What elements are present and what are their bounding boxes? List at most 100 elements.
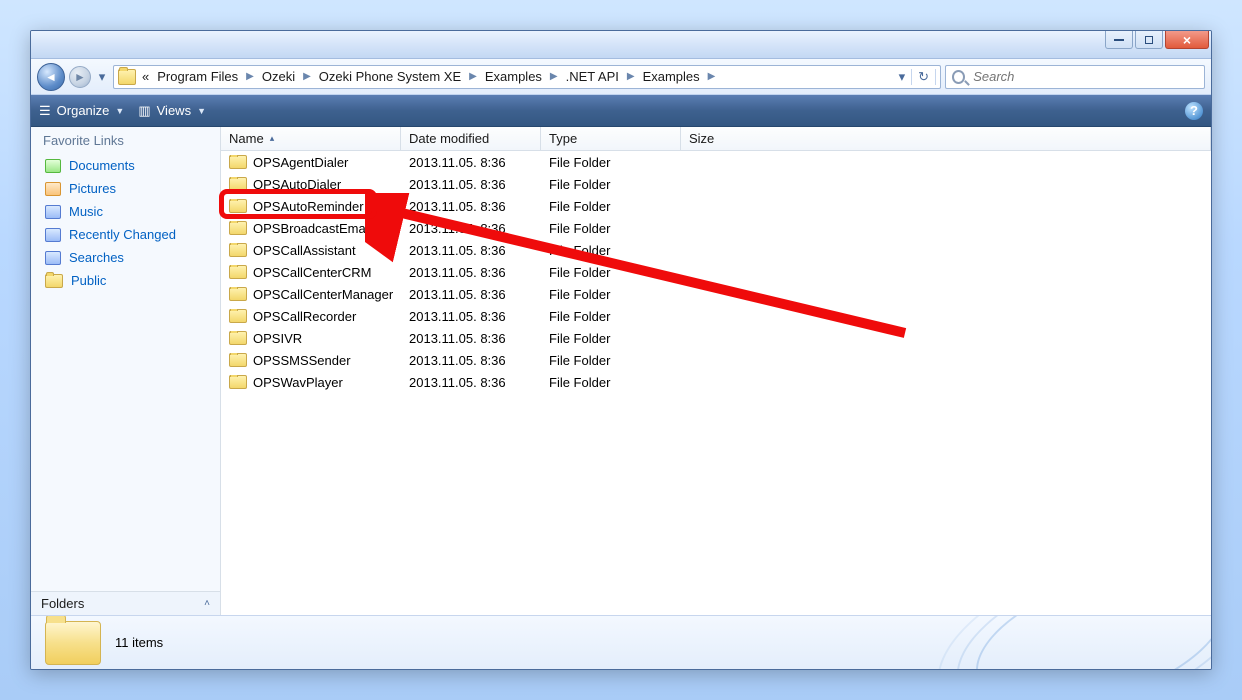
content-area: Favorite Links Documents Pictures Music Rec…	[31, 127, 1211, 615]
sidebar-item[interactable]: Pictures	[31, 177, 220, 200]
table-row[interactable]: OPSIVR 2013.11.05. 8:36File Folder	[221, 327, 1211, 349]
table-row[interactable]: OPSCallAssistant2013.11.05. 8:36File Fol…	[221, 239, 1211, 261]
file-date: 2013.11.05. 8:36	[401, 287, 541, 302]
file-name: OPSSMSSender	[253, 353, 351, 368]
breadcrumb[interactable]: Program Files	[155, 69, 240, 84]
views-icon: ▥	[138, 103, 150, 119]
file-name: OPSCallRecorder	[253, 309, 356, 324]
breadcrumb[interactable]: .NET API	[564, 69, 621, 84]
folder-icon	[229, 177, 247, 191]
file-name: OPSIVR	[253, 331, 302, 346]
folder-icon	[229, 287, 247, 301]
favorites-header: Favorite Links	[31, 127, 220, 154]
minimize-icon	[1114, 39, 1124, 41]
file-name: OPSBroadcastEmail	[253, 221, 372, 236]
toolbar: ☰ Organize ▼ ▥ Views ▼ ?	[31, 95, 1211, 127]
nav-history-dropdown[interactable]: ▾	[95, 69, 109, 85]
table-row[interactable]: OPSAgentDialer 2013.11.05. 8:36File Folde…	[221, 151, 1211, 173]
table-row[interactable]: OPSSMSSender 2013.11.05. 8:36File Folder	[221, 349, 1211, 371]
sidebar-item[interactable]: Searches	[31, 246, 220, 269]
folder-icon	[45, 621, 101, 665]
file-type: File Folder	[541, 221, 681, 236]
chevron-down-icon: ▼	[197, 106, 206, 116]
minimize-button[interactable]	[1105, 31, 1133, 49]
table-row[interactable]: OPSCallRecorder2013.11.05. 8:36File Fold…	[221, 305, 1211, 327]
chevron-right-icon: ▶	[625, 71, 637, 82]
table-row[interactable]: OPSWavPlayer2013.11.05. 8:36File Folder	[221, 371, 1211, 393]
maximize-button[interactable]	[1135, 31, 1163, 49]
file-name: OPSAgentDialer	[253, 155, 348, 170]
views-button[interactable]: ▥ Views ▼	[138, 103, 206, 119]
breadcrumb[interactable]: Examples	[483, 69, 544, 84]
sidebar-item[interactable]: Public	[31, 269, 220, 292]
folder-icon	[229, 265, 247, 279]
help-button[interactable]: ?	[1185, 102, 1203, 120]
help-icon: ?	[1190, 103, 1198, 118]
column-header-name[interactable]: Name▴	[221, 127, 401, 150]
favorite-icon	[45, 251, 61, 265]
folder-icon	[229, 221, 247, 235]
address-dropdown[interactable]: ▾	[893, 69, 912, 85]
folder-icon	[118, 69, 136, 85]
folders-panel-toggle[interactable]: Folders ˄	[31, 591, 220, 615]
search-box[interactable]	[945, 65, 1205, 89]
table-row[interactable]: OPSAutoDialer2013.11.05. 8:36File Folder	[221, 173, 1211, 195]
file-date: 2013.11.05. 8:36	[401, 155, 541, 170]
breadcrumb[interactable]: Ozeki Phone System XE	[317, 69, 463, 84]
breadcrumb[interactable]: Ozeki	[260, 69, 297, 84]
file-date: 2013.11.05. 8:36	[401, 331, 541, 346]
file-date: 2013.11.05. 8:36	[401, 375, 541, 390]
folder-icon	[229, 331, 247, 345]
search-icon	[952, 70, 965, 84]
sidebar: Favorite Links Documents Pictures Music Rec…	[31, 127, 221, 615]
maximize-icon	[1145, 36, 1153, 44]
file-date: 2013.11.05. 8:36	[401, 199, 541, 214]
file-type: File Folder	[541, 353, 681, 368]
file-date: 2013.11.05. 8:36	[401, 309, 541, 324]
favorite-icon	[45, 274, 63, 288]
chevron-right-icon: ▶	[706, 71, 718, 82]
close-button[interactable]: ×	[1165, 31, 1209, 49]
table-row[interactable]: OPSBroadcastEmail2013.11.05. 8:36File Fo…	[221, 217, 1211, 239]
sidebar-item-label: Pictures	[69, 181, 116, 196]
table-row[interactable]: OPSCallCenterManager2013.11.05. 8:36File…	[221, 283, 1211, 305]
views-label: Views	[157, 103, 191, 118]
back-button[interactable]: ◄	[37, 63, 65, 91]
file-type: File Folder	[541, 155, 681, 170]
sidebar-item[interactable]: Documents	[31, 154, 220, 177]
close-icon: ×	[1183, 33, 1191, 47]
file-type: File Folder	[541, 331, 681, 346]
organize-button[interactable]: ☰ Organize ▼	[39, 103, 124, 119]
file-type: File Folder	[541, 243, 681, 258]
explorer-window: × ◄ ► ▾ « Program Files ▶ Ozeki ▶ Ozeki Ph…	[30, 30, 1212, 670]
file-name: OPSWavPlayer	[253, 375, 343, 390]
chevron-up-icon: ˄	[204, 598, 210, 609]
table-row[interactable]: OPSCallCenterCRM2013.11.05. 8:36File Fol…	[221, 261, 1211, 283]
favorite-icon	[45, 205, 61, 219]
chevron-down-icon: ▾	[99, 69, 106, 85]
address-row: ◄ ► ▾ « Program Files ▶ Ozeki ▶ Ozeki Phon…	[31, 59, 1211, 95]
column-header-date[interactable]: Date modified	[401, 127, 541, 150]
arrow-left-icon: ◄	[45, 70, 57, 84]
sidebar-item[interactable]: Recently Changed	[31, 223, 220, 246]
file-date: 2013.11.05. 8:36	[401, 353, 541, 368]
organize-label: Organize	[57, 103, 110, 118]
breadcrumb[interactable]: Examples	[641, 69, 702, 84]
breadcrumb-overflow[interactable]: «	[140, 69, 151, 84]
address-bar[interactable]: « Program Files ▶ Ozeki ▶ Ozeki Phone Syst…	[113, 65, 941, 89]
column-header-type[interactable]: Type	[541, 127, 681, 150]
search-input[interactable]	[971, 68, 1198, 85]
forward-button[interactable]: ►	[69, 66, 91, 88]
folder-icon	[229, 155, 247, 169]
column-header-size[interactable]: Size	[681, 127, 1211, 150]
table-row[interactable]: OPSAutoReminder2013.11.05. 8:36File Fold…	[221, 195, 1211, 217]
refresh-button[interactable]: ↻	[911, 69, 936, 85]
arrow-right-icon: ►	[74, 70, 86, 84]
sidebar-item[interactable]: Music	[31, 200, 220, 223]
status-item-count: 11 items	[115, 635, 163, 650]
file-name: OPSCallCenterManager	[253, 287, 393, 302]
sidebar-item-label: Music	[69, 204, 103, 219]
file-date: 2013.11.05. 8:36	[401, 265, 541, 280]
chevron-right-icon: ▶	[548, 71, 560, 82]
status-bar: 11 items	[31, 615, 1211, 669]
